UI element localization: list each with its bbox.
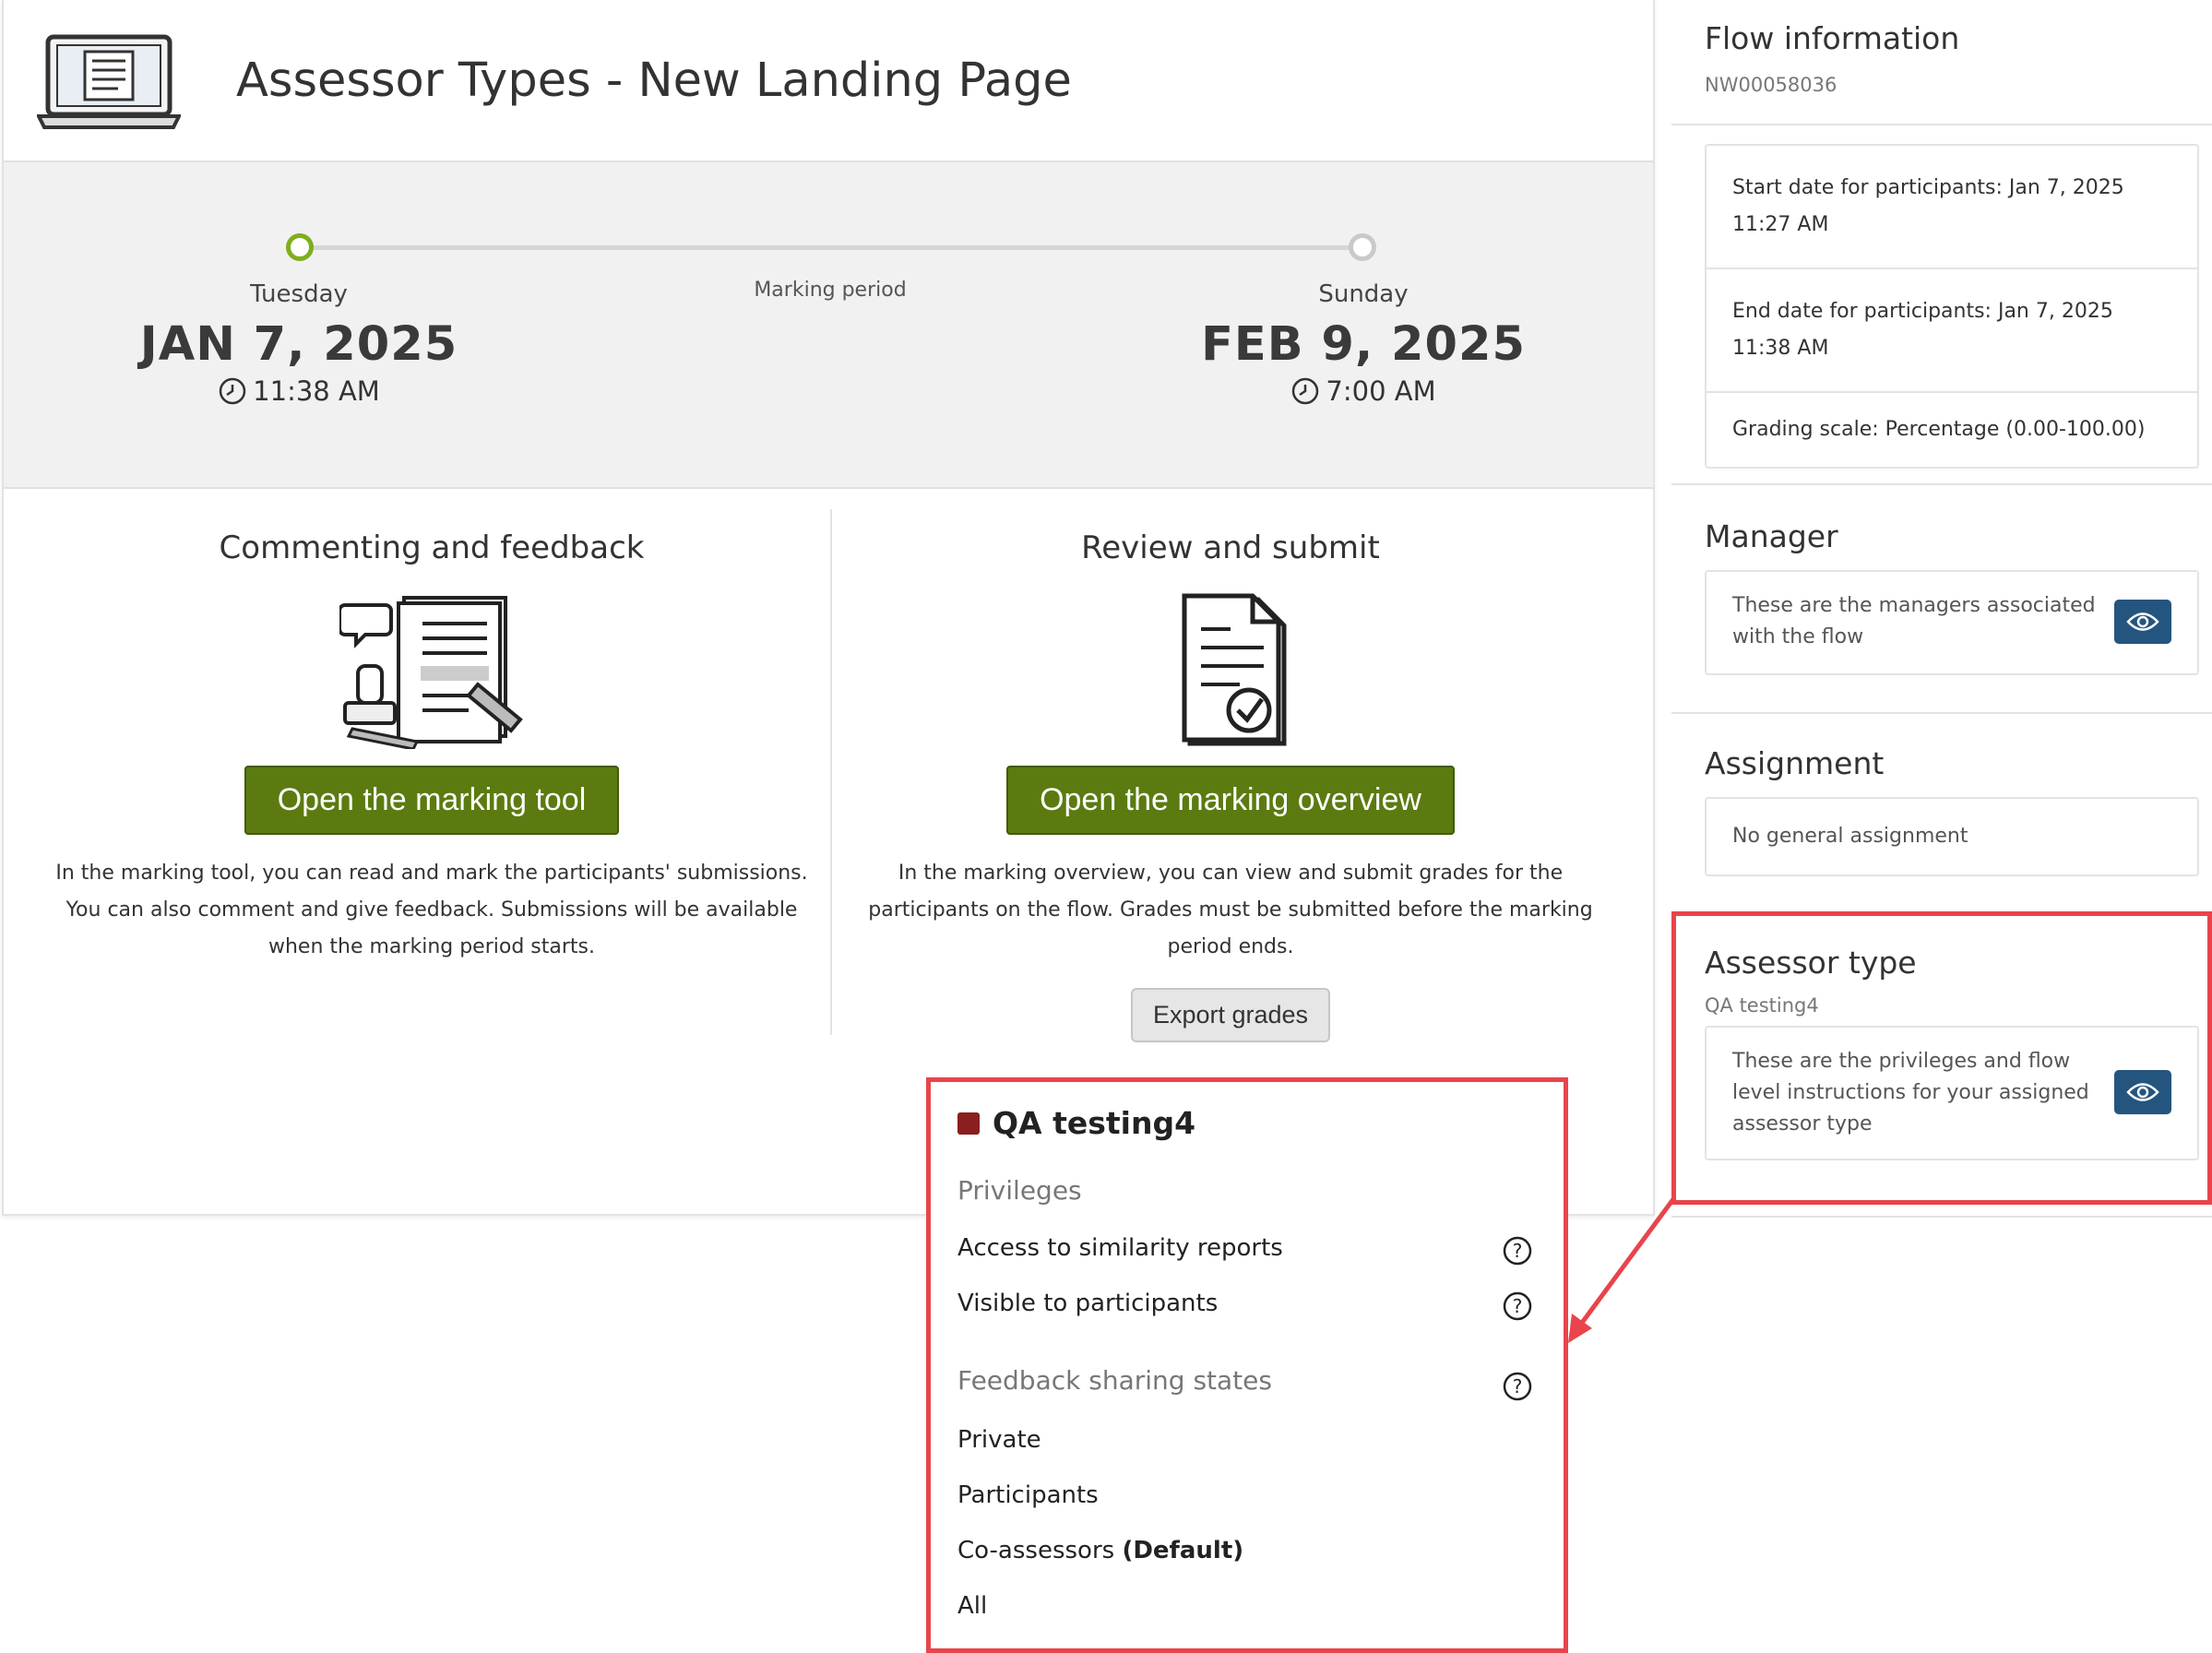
annotation-arrow-icon — [1568, 1197, 1676, 1343]
